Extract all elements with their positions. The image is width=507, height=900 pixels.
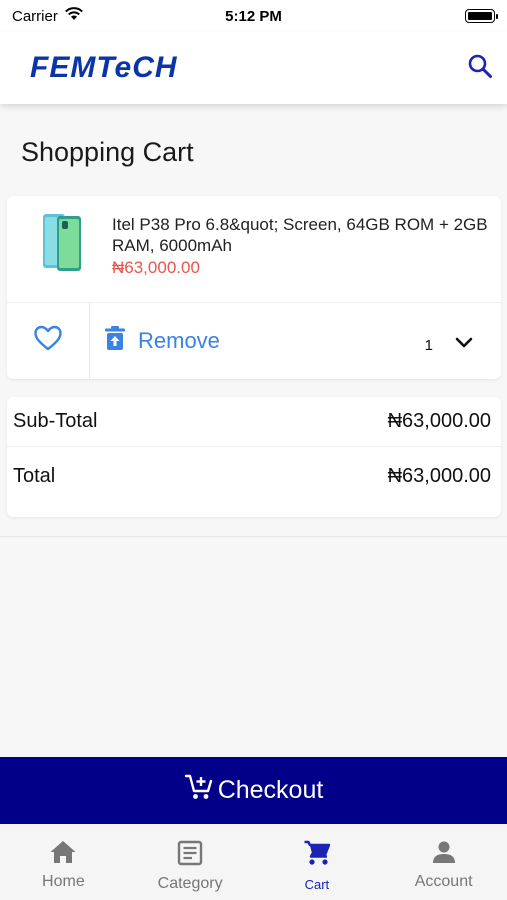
remove-label: Remove: [138, 327, 220, 353]
cart-icon: [303, 840, 331, 871]
quantity-selector[interactable]: 1: [425, 336, 473, 354]
nav-category-label: Category: [157, 875, 223, 892]
total-row: Total ₦63,000.00: [7, 447, 501, 505]
totals-card: Sub-Total ₦63,000.00 Total ₦63,000.00: [7, 397, 501, 517]
account-icon: [431, 840, 457, 869]
quantity-value: 1: [424, 336, 433, 354]
trash-icon: [104, 325, 126, 356]
nav-cart-label: Cart: [304, 877, 330, 892]
total-label: Total: [13, 464, 56, 487]
remove-button[interactable]: Remove: [104, 325, 220, 356]
heart-icon: [33, 324, 63, 357]
page-title: Shopping Cart: [21, 137, 194, 167]
checkout-label: Checkout: [217, 776, 324, 804]
product-row: Itel P38 Pro 6.8&quot; Screen, 64GB ROM …: [7, 196, 501, 303]
logo[interactable]: FEMTeCH: [30, 51, 178, 85]
divider: [0, 536, 507, 537]
search-icon[interactable]: [467, 53, 493, 84]
home-icon: [49, 840, 77, 869]
product-image[interactable]: [33, 212, 87, 274]
chevron-down-icon: [455, 336, 473, 354]
carrier-label: Carrier: [12, 7, 58, 25]
nav-home-label: Home: [42, 873, 85, 890]
product-name[interactable]: Itel P38 Pro 6.8&quot; Screen, 64GB ROM …: [112, 214, 492, 256]
bottom-nav: Home Category Cart Account: [0, 824, 507, 900]
nav-account-label: Account: [414, 873, 473, 890]
product-price: ₦63,000.00: [112, 258, 200, 277]
status-time: 5:12 PM: [225, 7, 282, 25]
checkout-button[interactable]: Checkout: [0, 757, 507, 824]
app-screen: Carrier 5:12 PM FEMTeCH Shopping Cart It…: [0, 0, 507, 900]
nav-cart[interactable]: Cart: [254, 824, 381, 900]
wifi-icon: [64, 7, 84, 25]
cart-item-card: Itel P38 Pro 6.8&quot; Screen, 64GB ROM …: [7, 196, 501, 379]
nav-category[interactable]: Category: [127, 824, 254, 900]
status-left: Carrier: [12, 7, 84, 25]
app-header: FEMTeCH: [0, 32, 507, 104]
nav-account[interactable]: Account: [380, 824, 507, 900]
status-bar: Carrier 5:12 PM: [0, 0, 507, 32]
category-icon: [177, 840, 203, 871]
subtotal-label: Sub-Total: [13, 410, 98, 432]
nav-home[interactable]: Home: [0, 824, 127, 900]
total-value: ₦63,000.00: [387, 464, 491, 487]
battery-icon: [465, 9, 498, 23]
add-cart-icon: [184, 773, 214, 808]
subtotal-value: ₦63,000.00: [387, 410, 491, 432]
product-info: Itel P38 Pro 6.8&quot; Screen, 64GB ROM …: [112, 214, 492, 302]
subtotal-row: Sub-Total ₦63,000.00: [7, 397, 501, 447]
wishlist-button[interactable]: [7, 303, 90, 378]
